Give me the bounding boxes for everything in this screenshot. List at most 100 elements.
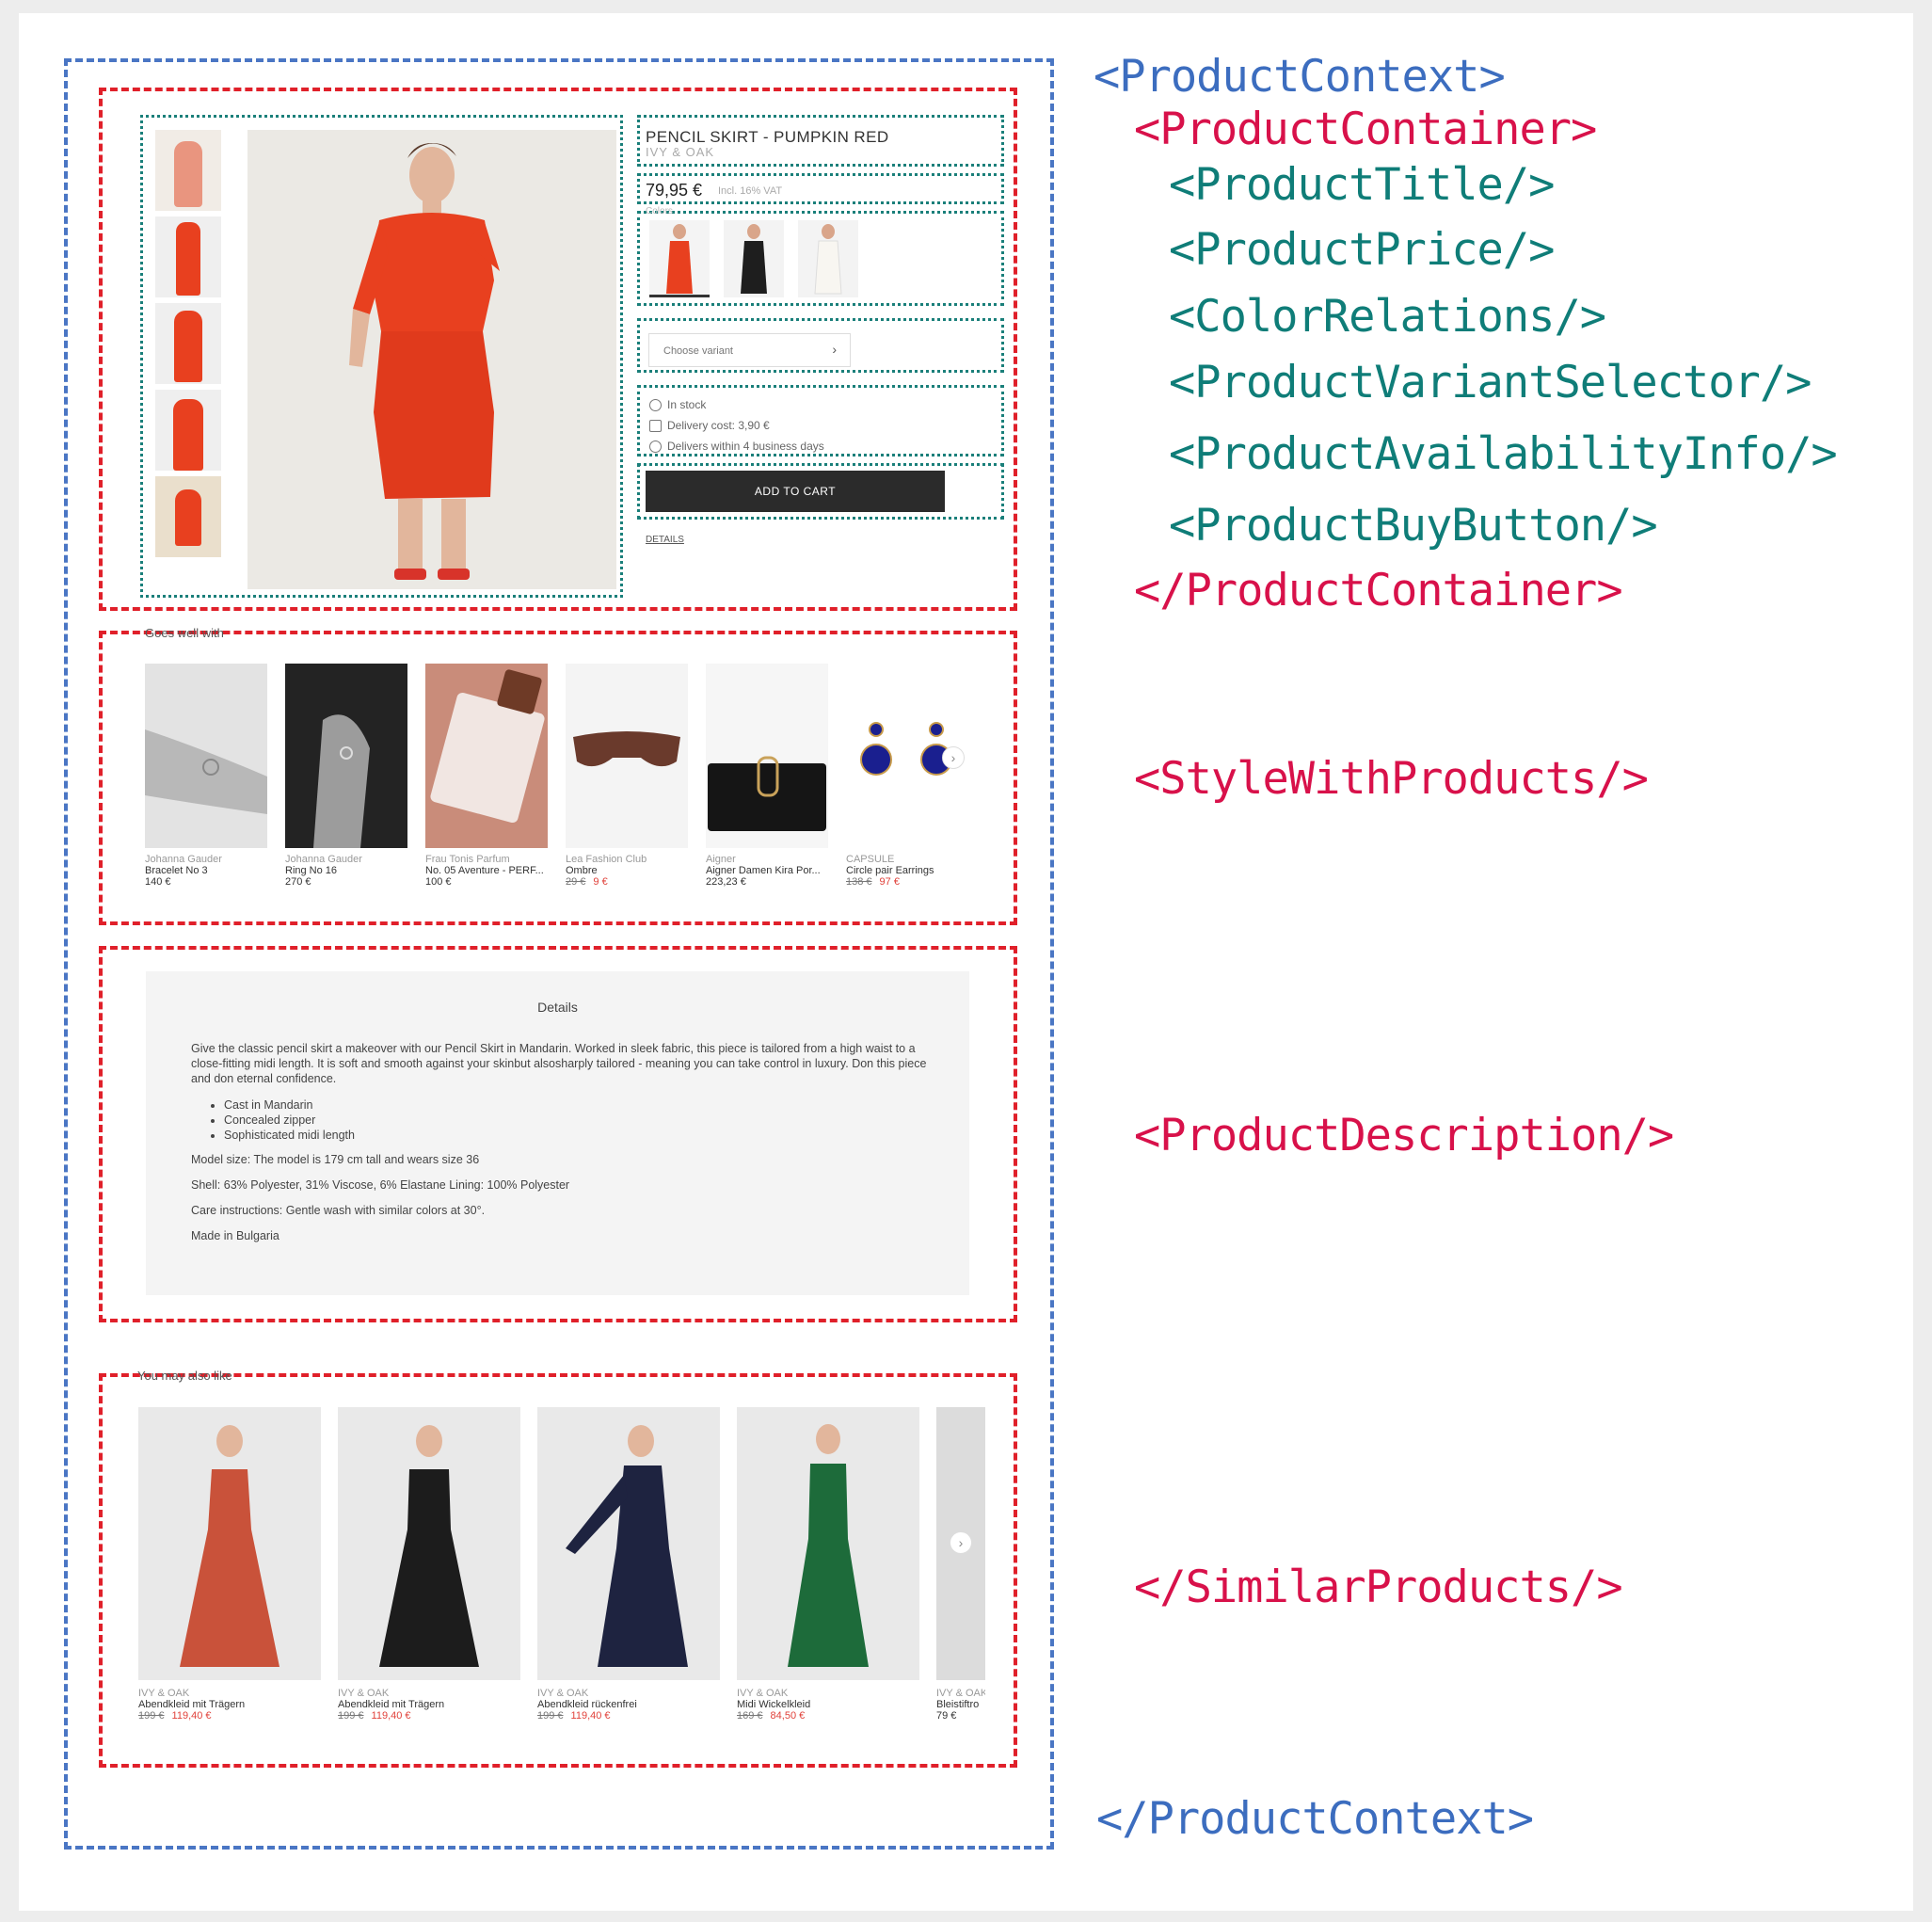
details-link[interactable]: DETAILS: [646, 535, 684, 545]
item-name: No. 05 Aventure - PERF...: [425, 865, 544, 876]
dress-photo: [737, 1407, 919, 1680]
style-with-item[interactable]: Frau Tonis Parfum No. 05 Aventure - PERF…: [425, 664, 548, 888]
made-in: Made in Bulgaria: [191, 1229, 279, 1242]
add-to-cart-button[interactable]: ADD TO CART: [646, 471, 945, 512]
annotation-product-title: <ProductTitle/>: [1169, 159, 1555, 211]
old-price: 29 €: [566, 876, 586, 888]
color-swatch-white[interactable]: [798, 220, 858, 297]
dress-photo: ›: [936, 1407, 985, 1680]
dress-photo: [138, 1407, 321, 1680]
variant-placeholder: Choose variant: [663, 345, 733, 357]
details-bullet: Sophisticated midi length: [224, 1128, 934, 1143]
gallery-thumb-1[interactable]: [155, 130, 221, 211]
perfume-photo: [425, 664, 548, 848]
check-circle-icon: [649, 399, 662, 412]
similar-item-partial[interactable]: › IVY & OAK Bleistiftro 79 €: [936, 1407, 985, 1722]
annotation-product-context-close: </ProductContext>: [1096, 1793, 1534, 1845]
material: Shell: 63% Polyester, 31% Viscose, 6% El…: [191, 1178, 570, 1192]
gallery-thumb-5[interactable]: [155, 476, 221, 557]
delivery-cost-text: Delivery cost: 3,90 €: [667, 419, 770, 432]
perfume-bottle-icon: [425, 664, 548, 848]
item-name: Bracelet No 3: [145, 865, 208, 876]
item-price: 223,23 €: [706, 876, 746, 888]
item-brand: IVY & OAK: [737, 1688, 789, 1699]
dress-figure-icon: [566, 1425, 688, 1667]
item-price: 199 € 119,40 €: [338, 1710, 520, 1722]
variant-selector[interactable]: Choose variant ›: [648, 333, 851, 367]
item-price: 199 € 119,40 €: [138, 1710, 321, 1722]
details-heading: Details: [537, 1000, 578, 1015]
chevron-right-icon: ›: [832, 342, 837, 357]
stock-text: In stock: [667, 398, 707, 411]
model-size: Model size: The model is 179 cm tall and…: [191, 1153, 480, 1166]
item-price: 140 €: [145, 876, 171, 888]
carousel-next-icon[interactable]: ›: [950, 1531, 972, 1554]
details-body: Give the classic pencil skirt a makeover…: [191, 1041, 934, 1243]
dress-figure-icon: [379, 1425, 479, 1667]
style-with-item[interactable]: Lea Fashion Club Ombre 29 € 9 €: [566, 664, 688, 888]
item-brand: IVY & OAK: [936, 1688, 985, 1699]
similar-item[interactable]: IVY & OAK Abendkleid rückenfrei 199 € 119…: [537, 1407, 720, 1722]
details-bullet: Cast in Mandarin: [224, 1097, 934, 1113]
dress-photo: [338, 1407, 520, 1680]
item-brand: CAPSULE: [846, 854, 895, 865]
item-brand: IVY & OAK: [138, 1688, 190, 1699]
sale-price: 119,40 €: [371, 1710, 411, 1722]
gallery-thumb-4[interactable]: [155, 390, 221, 471]
item-name: Ring No 16: [285, 865, 338, 876]
item-brand: Frau Tonis Parfum: [425, 854, 510, 865]
item-price: 29 € 9 €: [566, 876, 688, 888]
item-price: 138 € 97 €: [846, 876, 968, 888]
clutch-bag-icon: [706, 664, 828, 848]
sale-price: 97 €: [879, 876, 900, 888]
color-swatch-red[interactable]: [649, 220, 710, 297]
gallery-thumb-3[interactable]: [155, 303, 221, 384]
product-brand[interactable]: IVY & OAK: [646, 145, 714, 159]
style-with-item[interactable]: › CAPSULE Circle pair Earrings 138 € 97 €: [846, 664, 968, 888]
bracelet-photo: [145, 664, 267, 848]
style-with-item[interactable]: Aigner Aigner Damen Kira Por... 223,23 €: [706, 664, 828, 888]
ring-icon: [285, 664, 407, 848]
thumb-figure-icon: [176, 222, 200, 296]
product-title: PENCIL SKIRT - PUMPKIN RED: [646, 128, 889, 146]
main-product-image[interactable]: [247, 130, 616, 589]
item-brand: Johanna Gauder: [285, 854, 362, 865]
style-with-item[interactable]: Johanna Gauder Bracelet No 3 140 €: [145, 664, 267, 888]
sale-price: 84,50 €: [770, 1710, 806, 1722]
dress-figure-icon: [788, 1424, 869, 1667]
item-price: 79 €: [936, 1710, 957, 1722]
sunglasses-photo: [566, 664, 688, 848]
item-name: Ombre: [566, 865, 598, 876]
item-price: 199 € 119,40 €: [537, 1710, 720, 1722]
sale-price: 9 €: [593, 876, 608, 888]
package-icon: [649, 420, 662, 433]
similar-item[interactable]: IVY & OAK Midi Wickelkleid 169 € 84,50 €: [737, 1407, 919, 1722]
item-name: Midi Wickelkleid: [737, 1699, 811, 1710]
dress-figure-icon: [180, 1425, 279, 1667]
gallery-thumb-2[interactable]: [155, 216, 221, 297]
thumb-figure-icon: [174, 311, 202, 382]
annotation-product-description: <ProductDescription/>: [1134, 1110, 1674, 1161]
annotation-product-price: <ProductPrice/>: [1169, 224, 1555, 276]
carousel-next-icon[interactable]: ›: [942, 746, 965, 769]
care-instructions: Care instructions: Gentle wash with simi…: [191, 1204, 486, 1217]
bracelet-icon: [145, 664, 267, 848]
old-price: 199 €: [138, 1710, 165, 1722]
old-price: 169 €: [737, 1710, 763, 1722]
thumb-figure-icon: [174, 141, 202, 207]
earrings-photo: ›: [846, 664, 968, 848]
item-brand: Johanna Gauder: [145, 854, 222, 865]
style-with-item[interactable]: Johanna Gauder Ring No 16 270 €: [285, 664, 407, 888]
product-price: 79,95 €: [646, 181, 703, 200]
sale-price: 119,40 €: [171, 1710, 212, 1722]
item-name: Abendkleid mit Trägern: [138, 1699, 246, 1710]
similar-item[interactable]: IVY & OAK Abendkleid mit Trägern 199 € 11…: [338, 1407, 520, 1722]
similar-item[interactable]: IVY & OAK Abendkleid mit Trägern 199 € 11…: [138, 1407, 321, 1722]
white-dress-icon: [814, 224, 842, 295]
annotation-product-container-open: <ProductContainer>: [1134, 104, 1597, 155]
delivery-time: Delivers within 4 business days: [649, 440, 824, 454]
details-intro: Give the classic pencil skirt a makeover…: [191, 1042, 927, 1085]
sale-price: 119,40 €: [570, 1710, 611, 1722]
color-swatch-black[interactable]: [724, 220, 784, 297]
annotation-product-container-close: </ProductContainer>: [1134, 565, 1623, 617]
